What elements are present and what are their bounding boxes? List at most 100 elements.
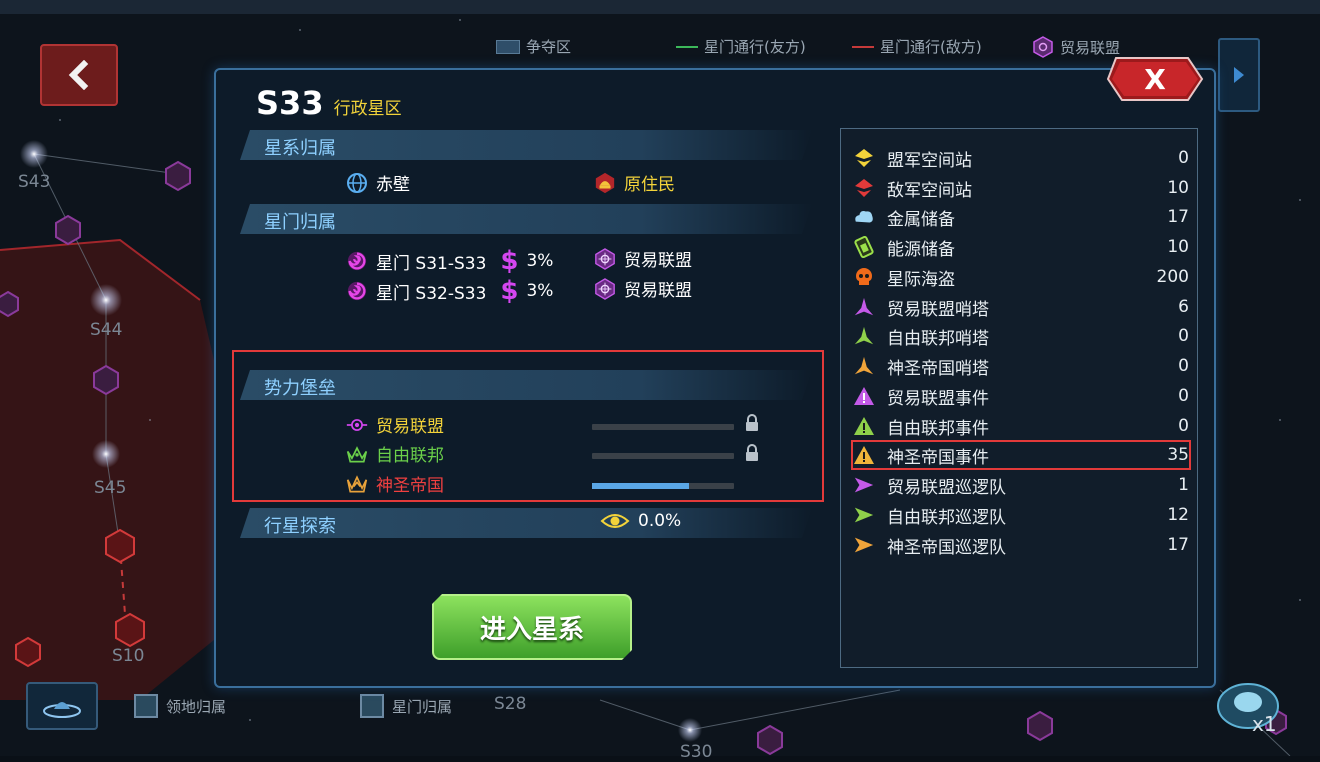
toggle-label: 星门归属 xyxy=(392,697,453,716)
trade-event-icon xyxy=(853,385,875,407)
stat-row: 星际海盗 200 xyxy=(853,264,1189,290)
gate-faction: 贸易联盟 xyxy=(624,251,692,271)
gate-faction-row: 贸易联盟 xyxy=(594,276,692,301)
free-patrol-icon xyxy=(853,504,875,526)
section-explore: 行星探索 xyxy=(240,508,812,538)
stat-label: 神圣帝国哨塔 xyxy=(887,358,989,379)
stargate-swirl-icon xyxy=(346,250,368,272)
stat-row: 贸易联盟巡逻队 1 xyxy=(853,472,1189,498)
trade-patrol-icon xyxy=(853,474,875,496)
system-type: 行政星区 xyxy=(333,99,402,119)
side-panel-toggle-button[interactable] xyxy=(1218,38,1260,112)
legend-contested: 争夺区 xyxy=(496,36,571,57)
fortress-highlight-box xyxy=(232,350,824,502)
close-button[interactable]: X xyxy=(1106,56,1204,102)
gate-tax: 3% xyxy=(526,281,554,301)
gate-tax: 3% xyxy=(526,251,554,271)
stat-label: 贸易联盟巡逻队 xyxy=(887,477,1006,498)
space-station-icon xyxy=(43,702,81,718)
legend-gate-enemy: 星门通行(敌方) xyxy=(852,36,982,57)
enter-system-button[interactable]: 进入星系 xyxy=(432,594,632,660)
gate-name: 星门 S31-S33 xyxy=(376,253,487,274)
stat-row: 敌军空间站 10 xyxy=(853,175,1189,201)
stat-value: 17 xyxy=(1167,207,1189,227)
empire-event-highlight-box xyxy=(851,440,1191,470)
legend-label: 贸易联盟 xyxy=(1060,38,1121,57)
stat-label: 星际海盗 xyxy=(887,269,955,290)
native-label: 原住民 xyxy=(624,175,675,195)
section-title: 星系归属 xyxy=(264,138,336,159)
stat-label: 盟军空间站 xyxy=(887,150,972,171)
gate-faction-row: 贸易联盟 xyxy=(594,246,692,271)
enemy-line-swatch xyxy=(852,45,874,48)
stat-value: 6 xyxy=(1178,297,1189,317)
stat-row: 自由联邦事件 0 xyxy=(853,413,1189,439)
stargate-swirl-icon xyxy=(346,280,368,302)
star-label: S43 xyxy=(18,172,51,192)
stat-value: 0 xyxy=(1178,416,1189,436)
stat-label: 自由联邦事件 xyxy=(887,418,989,439)
stat-value: 200 xyxy=(1156,267,1189,287)
dollar-icon: $ xyxy=(500,246,519,276)
section-ownership: 星系归属 xyxy=(240,130,812,160)
stat-row: 盟军空间站 0 xyxy=(853,145,1189,171)
stat-value: 10 xyxy=(1167,178,1189,198)
explore-value: 0.0% xyxy=(638,511,682,531)
star-label: S10 xyxy=(112,646,145,666)
stat-value: 1 xyxy=(1178,475,1189,495)
eye-icon xyxy=(600,510,630,532)
star-label: S45 xyxy=(94,478,127,498)
trade-alliance-icon xyxy=(594,277,616,300)
territory-checkbox[interactable] xyxy=(134,694,158,718)
stat-value: 0 xyxy=(1178,326,1189,346)
stargate-checkbox[interactable] xyxy=(360,694,384,718)
friendly-line-swatch xyxy=(676,45,698,48)
stat-value: 0 xyxy=(1178,386,1189,406)
legend-label: 争夺区 xyxy=(526,38,572,56)
free-tower-icon xyxy=(853,325,875,347)
stat-row: 神圣帝国哨塔 0 xyxy=(853,353,1189,379)
stat-value: 0 xyxy=(1178,148,1189,168)
star-label: S44 xyxy=(90,320,123,340)
back-button[interactable] xyxy=(40,44,118,106)
native-row: 原住民 xyxy=(594,170,675,195)
stat-label: 贸易联盟事件 xyxy=(887,388,989,409)
section-title: 行星探索 xyxy=(264,516,336,537)
station-button[interactable] xyxy=(26,682,98,730)
star-label: S30 xyxy=(680,742,713,762)
free-event-icon xyxy=(853,415,875,437)
stat-value: 10 xyxy=(1167,237,1189,257)
system-stats-list: 盟军空间站 0 敌军空间站 10 金属储备 17 能源储备 10 星际海盗 20… xyxy=(840,128,1198,668)
enemy-station-icon xyxy=(853,177,875,199)
stat-value: 0 xyxy=(1178,356,1189,376)
gate-row: 星门 S32-S33 $ 3% xyxy=(346,276,553,306)
panel-title: S33 行政星区 xyxy=(256,84,402,122)
legend-label: 星门通行(友方) xyxy=(704,38,806,56)
stat-row: 能源储备 10 xyxy=(853,234,1189,260)
star-label: S28 xyxy=(494,694,527,714)
stat-label: 自由联邦哨塔 xyxy=(887,328,989,349)
section-stargate: 星门归属 xyxy=(240,204,812,234)
globe-icon xyxy=(346,172,368,194)
system-id: S33 xyxy=(256,84,324,122)
stat-label: 金属储备 xyxy=(887,209,955,230)
trade-tower-icon xyxy=(853,296,875,318)
stat-row: 金属储备 17 xyxy=(853,204,1189,230)
legend-trade-alliance: 贸易联盟 xyxy=(1032,36,1120,58)
gate-name: 星门 S32-S33 xyxy=(376,283,487,304)
dollar-icon: $ xyxy=(500,276,519,306)
pirate-skull-icon xyxy=(853,266,875,288)
stat-row: 神圣帝国巡逻队 17 xyxy=(853,532,1189,558)
native-helmet-icon xyxy=(594,172,616,194)
legend-gate-friendly: 星门通行(友方) xyxy=(676,36,806,57)
territory-toggle[interactable]: 领地归属 xyxy=(134,694,226,718)
stat-label: 神圣帝国巡逻队 xyxy=(887,537,1006,558)
stat-label: 自由联邦巡逻队 xyxy=(887,507,1006,528)
stat-value: 12 xyxy=(1167,505,1189,525)
owner-name: 赤壁 xyxy=(376,175,410,195)
stat-label: 能源储备 xyxy=(887,239,955,260)
trade-alliance-icon xyxy=(594,247,616,270)
toggle-label: 领地归属 xyxy=(166,697,227,716)
stargate-toggle[interactable]: 星门归属 xyxy=(360,694,452,718)
gate-faction: 贸易联盟 xyxy=(624,281,692,301)
